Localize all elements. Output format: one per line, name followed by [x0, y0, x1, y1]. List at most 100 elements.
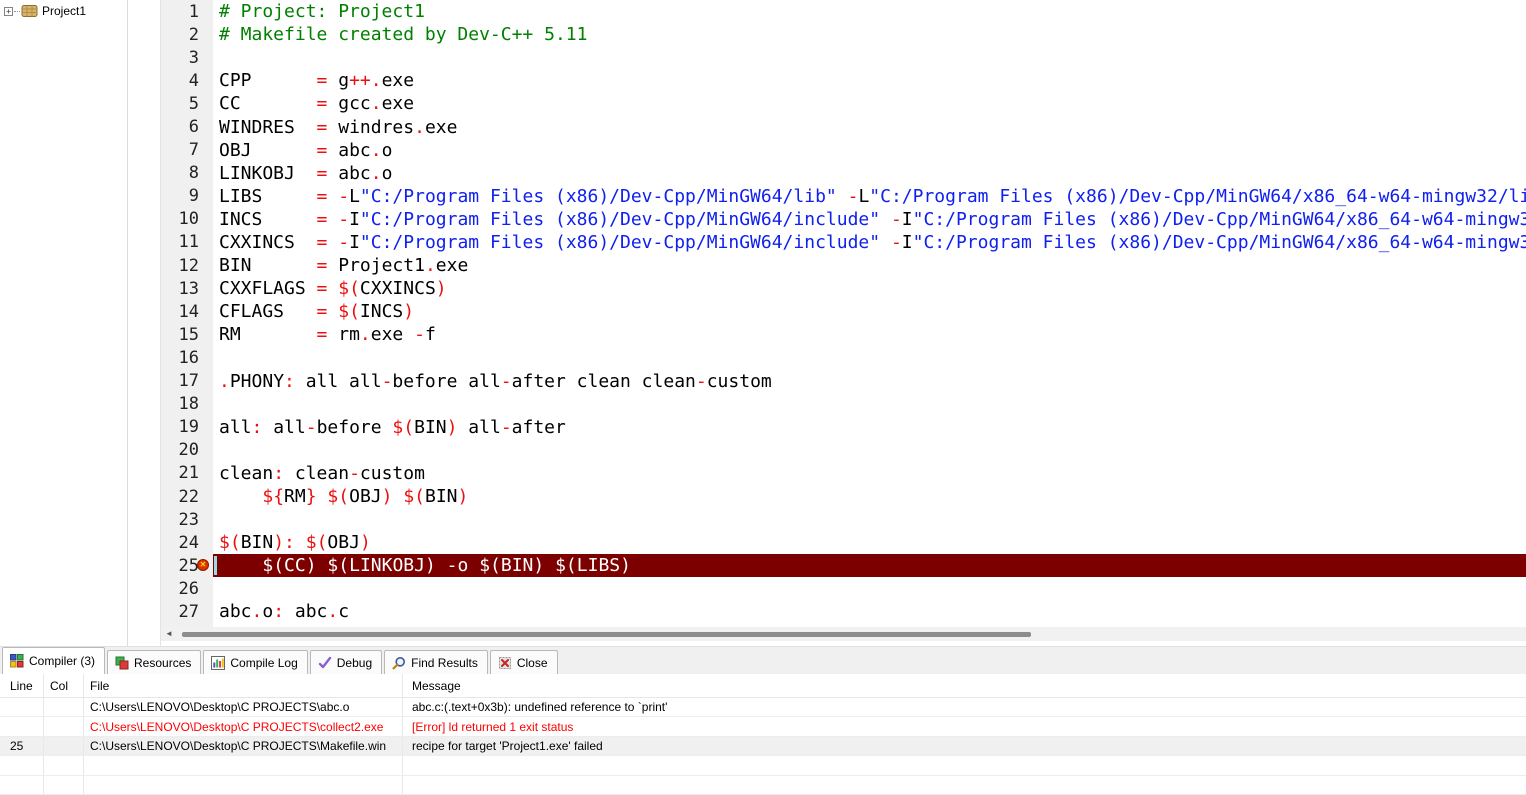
tab-close[interactable]: Close [489, 650, 558, 674]
code-line[interactable]: 3 [161, 46, 1526, 70]
code-text[interactable]: ${RM} $(OBJ) $(BIN) [213, 485, 1526, 508]
line-number[interactable]: 17 [161, 369, 213, 393]
code-line[interactable]: 23 [161, 508, 1526, 532]
code-line[interactable]: 21 clean: clean - custom [161, 461, 1526, 485]
line-number[interactable]: 15 [161, 323, 213, 347]
code-line[interactable]: 7 OBJ = abc. o [161, 138, 1526, 162]
code-text[interactable]: $(CC) $(LINKOBJ) -o $(BIN) $(LIBS) [213, 554, 1526, 578]
code-token: . [370, 162, 382, 184]
tab-find-results[interactable]: Find Results [384, 650, 488, 674]
line-number[interactable]: 5 [161, 92, 213, 116]
code-text[interactable] [213, 46, 1526, 69]
line-number[interactable]: 18 [161, 392, 213, 416]
code-text[interactable]: abc. o: abc. c [213, 600, 1526, 623]
scrollbar-thumb[interactable] [182, 631, 1031, 637]
code-editor[interactable]: 1 # Project: Project1 2 # Makefile created … [160, 0, 1526, 646]
tree-expand-icon[interactable]: + [4, 6, 13, 16]
project-tree-item[interactable]: + Project1 [0, 0, 127, 18]
code-text[interactable]: all: all - before $(BIN) all - after [213, 416, 1526, 439]
code-line[interactable]: 16 [161, 346, 1526, 370]
code-text[interactable]: WINDRES = windres. exe [213, 115, 1526, 138]
code-text[interactable]: LINKOBJ = abc. o [213, 162, 1526, 185]
line-number[interactable]: 6 [161, 115, 213, 139]
line-number[interactable]: 19 [161, 415, 213, 439]
code-text[interactable]: $(BIN): $(OBJ) [213, 531, 1526, 554]
tab-debug[interactable]: Debug [309, 650, 383, 674]
code-line[interactable]: 8 LINKOBJ = abc. o [161, 161, 1526, 185]
line-number[interactable]: 10 [161, 207, 213, 231]
code-line[interactable]: 15 RM = rm. exe -f [161, 323, 1526, 347]
code-text[interactable]: CXXINCS = - I "C:/Program Files (x86)/Dev-… [213, 231, 1526, 254]
line-number[interactable]: 8 [161, 161, 213, 185]
code-text[interactable]: RM = rm. exe -f [213, 323, 1526, 346]
line-number[interactable]: 26 [161, 577, 213, 601]
editor-viewport[interactable]: 1 # Project: Project1 2 # Makefile created … [161, 0, 1526, 627]
table-row[interactable]: C:\Users\LENOVO\Desktop\C PROJECTS\colle… [0, 717, 1526, 737]
line-number[interactable]: 13 [161, 277, 213, 301]
code-text[interactable]: OBJ = abc. o [213, 139, 1526, 162]
code-line[interactable]: 20 [161, 438, 1526, 462]
code-line[interactable]: 17. PHONY: all all - before all - after clean… [161, 369, 1526, 393]
code-text[interactable] [213, 439, 1526, 462]
code-text[interactable]: INCS = - I "C:/Program Files (x86)/Dev-Cpp… [213, 208, 1526, 231]
code-text[interactable]: LIBS = - L "C:/Program Files (x86)/Dev-Cpp… [213, 185, 1526, 208]
line-number[interactable]: 20 [161, 438, 213, 462]
code-text[interactable]: CPP = g ++. exe [213, 69, 1526, 92]
line-number[interactable]: 9 [161, 184, 213, 208]
line-number[interactable]: 11 [161, 230, 213, 255]
tab-compile-log[interactable]: Compile Log [203, 650, 308, 674]
line-number[interactable]: 1 [161, 0, 213, 24]
table-row[interactable] [0, 756, 1526, 776]
line-number[interactable]: 12 [161, 254, 213, 278]
line-number[interactable]: 14 [161, 300, 213, 324]
code-text[interactable]: CFLAGS = $(INCS) [213, 300, 1526, 323]
code-line[interactable]: 14 CFLAGS = $(INCS) [161, 300, 1526, 324]
line-number[interactable]: 7 [161, 138, 213, 162]
code-line[interactable]: 18 [161, 392, 1526, 416]
code-text[interactable] [213, 346, 1526, 369]
line-number[interactable]: 21 [161, 461, 213, 485]
code-line[interactable]: 10 INCS = - I "C:/Program Files (x86)/Dev-C… [161, 207, 1526, 231]
code-text[interactable] [213, 508, 1526, 531]
code-text[interactable]: . PHONY: all all - before all - after clean c… [213, 370, 1526, 393]
code-line[interactable]: 4 CPP = g ++. exe [161, 69, 1526, 93]
code-line[interactable]: 13 CXXFLAGS = $(CXXINCS) [161, 277, 1526, 301]
code-line[interactable]: 25 ✕ $(CC) $(LINKOBJ) -o $(BIN) $(LIBS) [161, 554, 1526, 578]
code-line[interactable]: 19 all: all - before $(BIN) all - after [161, 415, 1526, 439]
line-number[interactable]: 27 [161, 600, 213, 624]
tab-resources[interactable]: Resources [107, 650, 202, 674]
code-line[interactable]: 5 CC = gcc. exe [161, 92, 1526, 116]
code-line[interactable]: 9 LIBS = - L "C:/Program Files (x86)/Dev-Cp… [161, 184, 1526, 208]
line-number[interactable]: 22 [161, 484, 213, 509]
table-row[interactable]: C:\Users\LENOVO\Desktop\C PROJECTS\abc.o… [0, 698, 1526, 718]
line-number[interactable]: 3 [161, 46, 213, 70]
code-text[interactable]: CXXFLAGS = $(CXXINCS) [213, 277, 1526, 300]
code-text[interactable]: BIN = Project1. exe [213, 254, 1526, 277]
code-line[interactable]: 1 # Project: Project1 [161, 0, 1526, 24]
code-line[interactable]: 22 ${RM} $(OBJ) $(BIN) [161, 484, 1526, 509]
code-line[interactable]: 24 $(BIN): $(OBJ) [161, 531, 1526, 555]
code-text[interactable]: # Project: Project1 [213, 0, 1526, 23]
line-number[interactable]: 4 [161, 69, 213, 93]
code-line[interactable]: 12 BIN = Project1. exe [161, 254, 1526, 278]
code-line[interactable]: 11 CXXINCS = - I "C:/Program Files (x86)/De… [161, 230, 1526, 255]
code-line[interactable]: 2 # Makefile created by Dev-C++ 5.11 [161, 23, 1526, 47]
scrollbar-left-arrow-icon[interactable]: ◄ [161, 627, 177, 641]
code-text[interactable]: clean: clean - custom [213, 462, 1526, 485]
table-row[interactable]: 25 C:\Users\LENOVO\Desktop\C PROJECTS\Mak… [0, 736, 1526, 757]
code-line[interactable]: 6 WINDRES = windres. exe [161, 115, 1526, 139]
code-text[interactable]: # Makefile created by Dev-C++ 5.11 [213, 23, 1526, 46]
code-line[interactable]: 27 abc. o: abc. c [161, 600, 1526, 624]
table-row[interactable] [0, 775, 1526, 795]
line-number[interactable]: 2 [161, 23, 213, 47]
line-number[interactable]: 25 ✕ [161, 554, 213, 578]
code-text[interactable] [213, 577, 1526, 600]
line-number[interactable]: 23 [161, 508, 213, 532]
horizontal-scrollbar[interactable]: ◄ [161, 627, 1526, 641]
code-text[interactable]: CC = gcc. exe [213, 92, 1526, 115]
code-line[interactable]: 26 [161, 577, 1526, 601]
line-number[interactable]: 16 [161, 346, 213, 370]
code-text[interactable] [213, 393, 1526, 416]
line-number[interactable]: 24 [161, 531, 213, 555]
tab-compiler-3[interactable]: Compiler (3) [2, 647, 106, 674]
